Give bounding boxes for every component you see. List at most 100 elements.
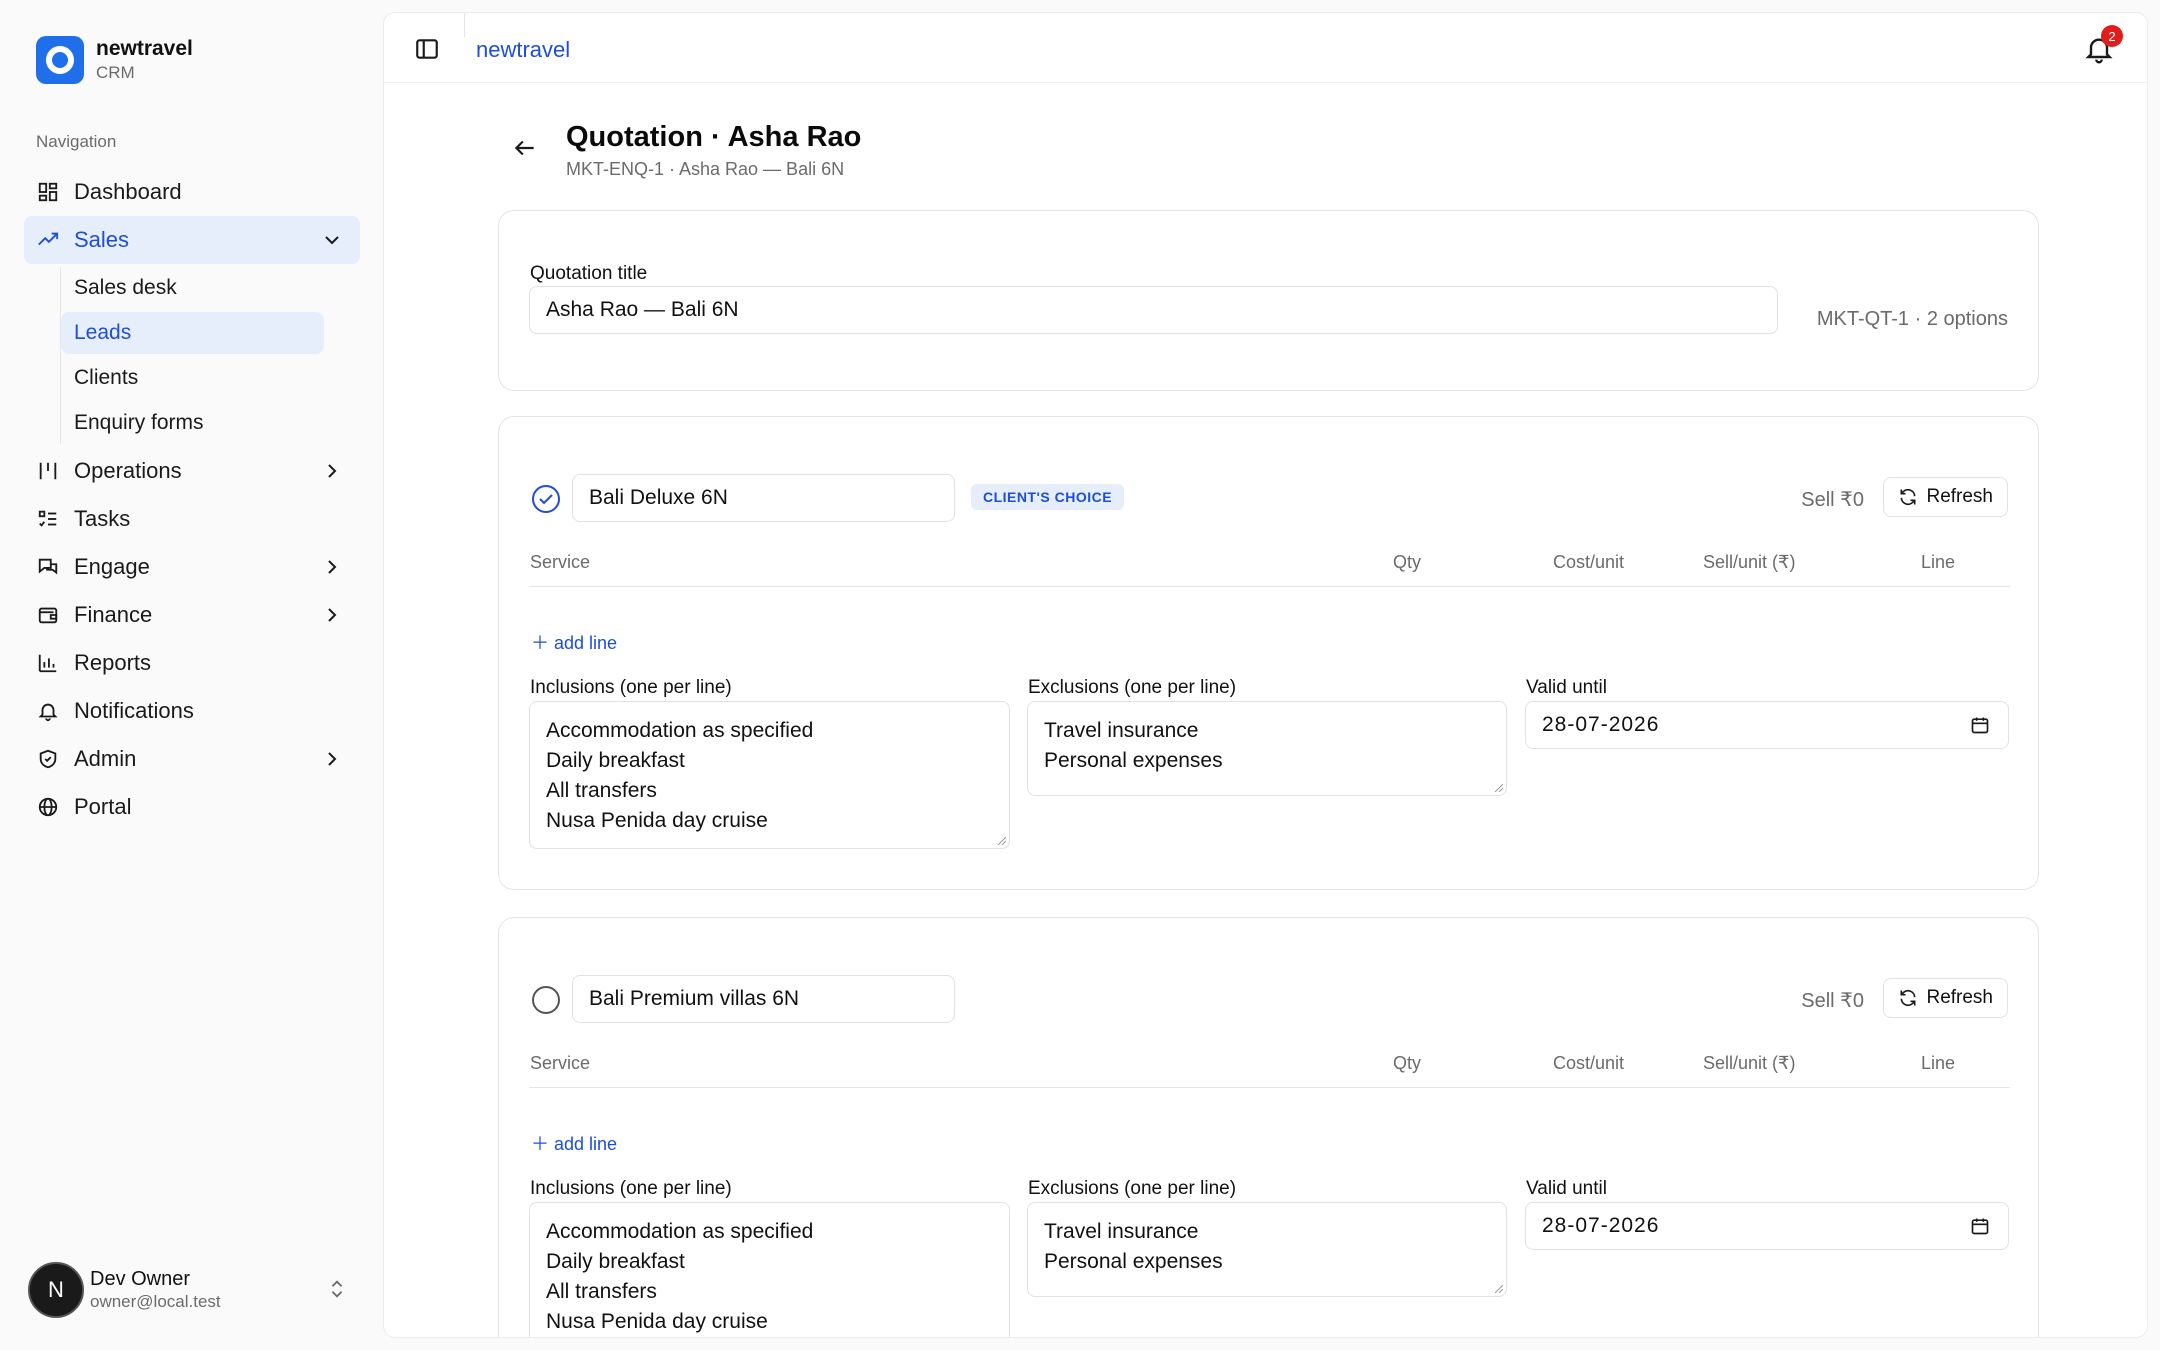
resize-grip-icon[interactable] [1493,782,1503,792]
table-divider [529,1087,2010,1088]
option-radio[interactable] [531,985,560,1014]
sidebar-item-label: Reports [74,650,152,675]
inclusions-label: Inclusions (one per line) [530,677,732,698]
refresh-button[interactable]: Refresh [1883,477,2008,517]
sidebar-toggle-icon[interactable] [414,36,440,62]
bar-chart-icon [36,651,60,675]
exclusions-label: Exclusions (one per line) [1028,677,1237,698]
col-cost: Cost/unit [1553,552,1625,572]
chevron-right-icon [320,747,344,771]
sidebar-item-enquiry-forms[interactable]: Enquiry forms [61,402,324,444]
nav-heading: Navigation [36,132,117,151]
inclusion-line: Daily breakfast [546,1250,685,1273]
col-line: Line [1921,552,1956,572]
back-arrow-icon[interactable] [512,135,538,161]
user-email: owner@local.test [90,1292,221,1311]
sidebar-item-portal[interactable]: Portal [24,783,360,831]
list-check-icon [36,507,60,531]
exclusions-label: Exclusions (one per line) [1028,1178,1237,1199]
sidebar-item-tasks[interactable]: Tasks [24,495,360,543]
sidebar-item-reports[interactable]: Reports [24,639,360,687]
exclusion-line: Personal expenses [1044,1250,1223,1273]
user-menu[interactable]: N Dev Owner owner@local.test [28,1262,350,1318]
wallet-icon [36,603,60,627]
dashboard-icon [36,180,60,204]
add-line-button[interactable]: ＋ add line [531,1130,617,1156]
quotation-title-input[interactable]: Asha Rao — Bali 6N [529,286,1778,334]
sidebar-item-admin[interactable]: Admin [24,735,360,783]
col-service: Service [530,552,591,572]
brand[interactable]: newtravel CRM [36,36,193,84]
table-divider [529,586,2010,587]
page-subtitle: MKT-ENQ-1 · Asha Rao — Bali 6N [566,159,845,179]
sidebar-item-clients[interactable]: Clients [61,357,324,399]
sidebar-nav: Dashboard Sales Sales desk Leads Clients… [24,168,360,831]
valid-until-input[interactable]: 28-07-2026 [1525,701,2009,749]
exclusions-textarea[interactable]: Travel insurance Personal expenses [1027,701,1507,796]
chevron-right-icon [320,603,344,627]
inclusion-line: All transfers [546,1280,657,1303]
chat-icon [36,555,60,579]
valid-until-label: Valid until [1526,677,1607,698]
sidebar: newtravel CRM Navigation Dashboard Sales… [0,0,383,1350]
calendar-icon[interactable] [1970,715,1990,735]
refresh-label: Refresh [1926,987,1993,1008]
sidebar-item-dashboard[interactable]: Dashboard [24,168,360,216]
bell-icon [36,699,60,723]
sidebar-item-leads[interactable]: Leads [61,312,324,354]
chevrons-up-down-icon [326,1278,350,1302]
inclusion-line: All transfers [546,779,657,802]
quotation-title-card: Quotation title Asha Rao — Bali 6N MKT-Q… [498,210,2039,391]
sidebar-item-sales[interactable]: Sales [24,216,360,264]
resize-grip-icon[interactable] [1493,1283,1503,1293]
inclusion-line: Daily breakfast [546,749,685,772]
col-qty: Qty [1393,1053,1422,1073]
sidebar-item-label: Sales [74,227,130,252]
quotation-meta: MKT-QT-1 · 2 options [1816,308,2008,330]
inclusions-textarea[interactable]: Accommodation as specified Daily breakfa… [529,1202,1010,1338]
exclusions-textarea[interactable]: Travel insurance Personal expenses [1027,1202,1507,1297]
option-name-input[interactable]: Bali Premium villas 6N [572,975,955,1023]
sidebar-item-sales-desk[interactable]: Sales desk [61,267,324,309]
brand-logo [36,36,84,84]
inclusions-label: Inclusions (one per line) [530,1178,732,1199]
add-line-button[interactable]: ＋ add line [531,629,617,655]
resize-grip-icon[interactable] [996,835,1006,845]
topbar: newtravel 2 [384,13,2147,83]
sidebar-item-operations[interactable]: Operations [24,447,360,495]
col-qty: Qty [1393,552,1422,572]
sidebar-item-finance[interactable]: Finance [24,591,360,639]
chevron-right-icon [320,459,344,483]
option-sell-total: Sell ₹0 [1801,489,1864,511]
check-circle-icon [532,485,560,513]
col-sell: Sell/unit (₹) [1703,552,1796,572]
inclusion-line: Nusa Penida day cruise [546,1310,768,1333]
brand-subtitle: CRM [96,63,135,82]
option-card: Bali Deluxe 6N CLIENT'S CHOICE Sell ₹0 R… [498,416,2039,890]
inclusion-line: Nusa Penida day cruise [546,809,768,832]
sidebar-item-label: Tasks [74,506,131,531]
valid-until-label: Valid until [1526,1178,1607,1199]
sidebar-item-engage[interactable]: Engage [24,543,360,591]
chevron-down-icon [320,228,344,252]
add-line-label: add line [554,633,618,653]
main-panel: newtravel 2 Quotation · Asha Rao MKT-ENQ… [383,12,2148,1338]
inclusions-textarea[interactable]: Accommodation as specified Daily breakfa… [529,701,1010,849]
col-sell: Sell/unit (₹) [1703,1053,1796,1073]
trending-up-icon [36,228,60,252]
option-name-input[interactable]: Bali Deluxe 6N [572,474,955,522]
refresh-button[interactable]: Refresh [1883,978,2008,1018]
sidebar-item-label: Portal [74,794,132,819]
sales-submenu: Sales desk Leads Clients Enquiry forms [60,267,360,444]
sidebar-item-notifications[interactable]: Notifications [24,687,360,735]
calendar-icon[interactable] [1970,1216,1990,1236]
resize-grip-icon[interactable] [996,1336,1006,1338]
valid-until-value: 28-07-2026 [1542,713,1660,736]
breadcrumb[interactable]: newtravel [476,37,570,63]
notifications-bell[interactable]: 2 [2083,25,2123,65]
valid-until-input[interactable]: 28-07-2026 [1525,1202,2009,1250]
option-selected-radio[interactable] [531,484,560,513]
sidebar-item-label: Dashboard [74,179,182,204]
sidebar-item-label: Finance [74,602,153,627]
col-line: Line [1921,1053,1956,1073]
